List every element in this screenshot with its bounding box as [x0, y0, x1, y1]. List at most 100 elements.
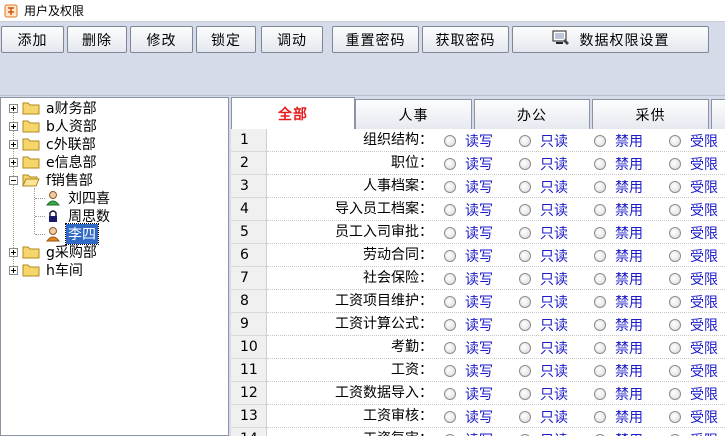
read-only-radio[interactable]: [519, 410, 531, 423]
read-only-radio[interactable]: [519, 249, 531, 262]
tree-item-purchasing[interactable]: g采购部: [9, 243, 99, 261]
restricted-radio[interactable]: [669, 341, 681, 354]
tab-procurement[interactable]: 采供: [592, 99, 709, 129]
restricted-option[interactable]: 受限: [669, 129, 718, 152]
edit-button[interactable]: 修改: [130, 26, 193, 53]
restricted-radio[interactable]: [669, 318, 681, 331]
restricted-radio[interactable]: [669, 203, 681, 216]
disabled-radio[interactable]: [594, 157, 606, 170]
read-only-radio[interactable]: [519, 226, 531, 239]
read-only-option[interactable]: 只读: [519, 267, 568, 290]
restricted-radio[interactable]: [669, 180, 681, 193]
read-write-radio[interactable]: [444, 180, 456, 193]
read-only-radio[interactable]: [519, 203, 531, 216]
data-permission-button[interactable]: 数据权限设置: [512, 26, 709, 53]
tree-user-li[interactable]: 李四: [45, 223, 99, 245]
read-only-option[interactable]: 只读: [519, 129, 568, 152]
read-write-option[interactable]: 读写: [444, 198, 493, 221]
tree-user-liu[interactable]: 刘四喜: [45, 189, 112, 207]
add-button[interactable]: 添加: [1, 26, 64, 53]
transfer-button[interactable]: 调动: [261, 26, 323, 53]
restricted-radio[interactable]: [669, 272, 681, 285]
restricted-option[interactable]: 受限: [669, 405, 718, 428]
read-only-option[interactable]: 只读: [519, 198, 568, 221]
disabled-option[interactable]: 禁用: [594, 198, 643, 221]
read-write-option[interactable]: 读写: [444, 221, 493, 244]
read-only-option[interactable]: 只读: [519, 428, 568, 436]
disabled-radio[interactable]: [594, 249, 606, 262]
read-only-option[interactable]: 只读: [519, 244, 568, 267]
restricted-radio[interactable]: [669, 364, 681, 377]
read-only-radio[interactable]: [519, 272, 531, 285]
disabled-radio[interactable]: [594, 387, 606, 400]
restricted-option[interactable]: 受限: [669, 175, 718, 198]
disabled-radio[interactable]: [594, 226, 606, 239]
tab-all[interactable]: 全部: [231, 97, 355, 129]
read-only-option[interactable]: 只读: [519, 313, 568, 336]
tree-item-workshop[interactable]: h车间: [9, 261, 85, 279]
restricted-option[interactable]: 受限: [669, 313, 718, 336]
read-write-option[interactable]: 读写: [444, 175, 493, 198]
disabled-option[interactable]: 禁用: [594, 428, 643, 436]
read-only-option[interactable]: 只读: [519, 336, 568, 359]
restricted-radio[interactable]: [669, 249, 681, 262]
expand-icon[interactable]: [9, 139, 18, 149]
disabled-radio[interactable]: [594, 134, 606, 147]
read-write-option[interactable]: 读写: [444, 359, 493, 382]
read-write-option[interactable]: 读写: [444, 290, 493, 313]
disabled-option[interactable]: 禁用: [594, 267, 643, 290]
expand-icon[interactable]: [9, 247, 18, 257]
tab-hr[interactable]: 人事: [355, 99, 472, 129]
disabled-radio[interactable]: [594, 318, 606, 331]
disabled-radio[interactable]: [594, 341, 606, 354]
tree-item-sales[interactable]: f销售部: [9, 171, 95, 189]
tree-item-hr[interactable]: b人资部: [9, 117, 99, 135]
read-only-radio[interactable]: [519, 318, 531, 331]
restricted-option[interactable]: 受限: [669, 267, 718, 290]
department-tree[interactable]: a财务部 b人资部 c外联部 e信息部 f销售部 刘四喜 周思数 李四 g采购部…: [0, 97, 229, 436]
read-write-radio[interactable]: [444, 272, 456, 285]
disabled-radio[interactable]: [594, 203, 606, 216]
read-write-option[interactable]: 读写: [444, 405, 493, 428]
read-write-radio[interactable]: [444, 157, 456, 170]
read-write-radio[interactable]: [444, 226, 456, 239]
read-write-option[interactable]: 读写: [444, 244, 493, 267]
read-only-option[interactable]: 只读: [519, 152, 568, 175]
disabled-option[interactable]: 禁用: [594, 336, 643, 359]
restricted-radio[interactable]: [669, 226, 681, 239]
read-write-option[interactable]: 读写: [444, 313, 493, 336]
disabled-radio[interactable]: [594, 364, 606, 377]
read-write-option[interactable]: 读写: [444, 129, 493, 152]
read-write-radio[interactable]: [444, 318, 456, 331]
restricted-radio[interactable]: [669, 410, 681, 423]
read-write-radio[interactable]: [444, 410, 456, 423]
tree-item-external[interactable]: c外联部: [9, 135, 98, 153]
read-write-option[interactable]: 读写: [444, 267, 493, 290]
restricted-option[interactable]: 受限: [669, 428, 718, 436]
disabled-option[interactable]: 禁用: [594, 290, 643, 313]
disabled-radio[interactable]: [594, 295, 606, 308]
read-only-radio[interactable]: [519, 157, 531, 170]
read-write-radio[interactable]: [444, 364, 456, 377]
read-only-option[interactable]: 只读: [519, 290, 568, 313]
disabled-option[interactable]: 禁用: [594, 405, 643, 428]
expand-icon[interactable]: [9, 121, 18, 131]
read-only-radio[interactable]: [519, 341, 531, 354]
read-write-option[interactable]: 读写: [444, 382, 493, 405]
restricted-option[interactable]: 受限: [669, 244, 718, 267]
disabled-option[interactable]: 禁用: [594, 244, 643, 267]
read-write-radio[interactable]: [444, 341, 456, 354]
disabled-radio[interactable]: [594, 410, 606, 423]
tree-item-it[interactable]: e信息部: [9, 153, 99, 171]
read-only-radio[interactable]: [519, 134, 531, 147]
restricted-radio[interactable]: [669, 387, 681, 400]
expand-icon[interactable]: [9, 265, 18, 275]
tab-more[interactable]: [711, 99, 725, 129]
lock-button[interactable]: 锁定: [196, 26, 256, 53]
restricted-option[interactable]: 受限: [669, 382, 718, 405]
read-write-radio[interactable]: [444, 203, 456, 216]
restricted-option[interactable]: 受限: [669, 290, 718, 313]
read-write-option[interactable]: 读写: [444, 428, 493, 436]
disabled-option[interactable]: 禁用: [594, 129, 643, 152]
disabled-option[interactable]: 禁用: [594, 359, 643, 382]
